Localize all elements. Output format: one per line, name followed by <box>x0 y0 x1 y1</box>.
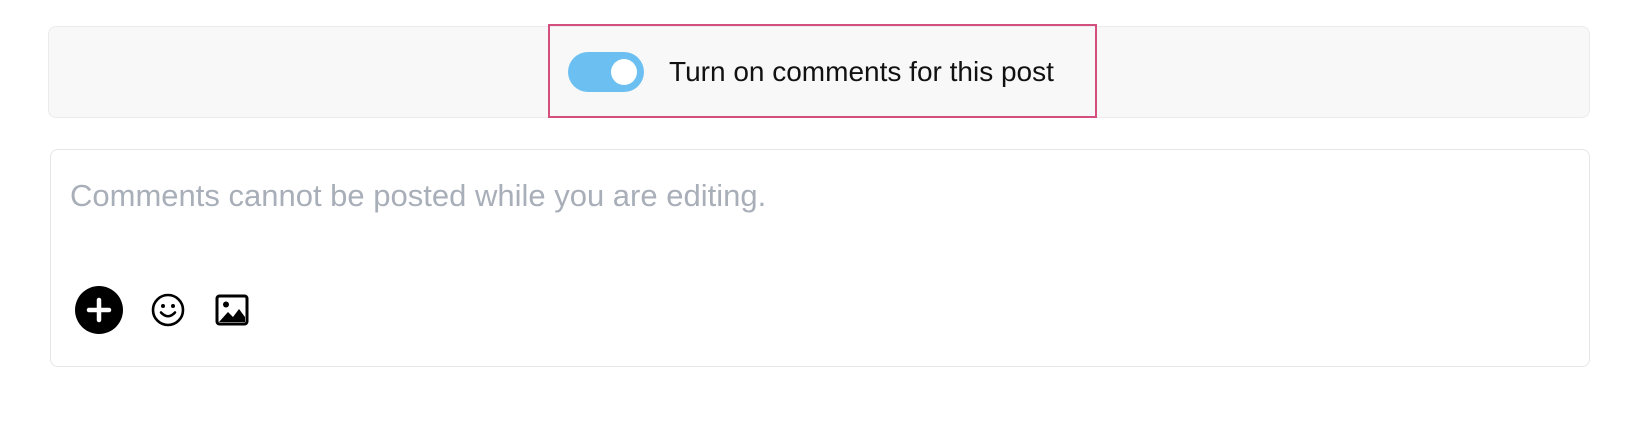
emoji-button[interactable] <box>150 292 186 328</box>
image-icon <box>215 294 249 326</box>
comments-toggle-label: Turn on comments for this post <box>669 56 1054 87</box>
insert-image-button[interactable] <box>214 292 250 328</box>
smiley-icon <box>151 293 185 327</box>
add-attachment-button[interactable] <box>75 286 123 334</box>
switch-knob <box>611 59 637 85</box>
comment-input[interactable] <box>70 176 1550 216</box>
comments-toggle-switch[interactable] <box>568 52 644 92</box>
plus-circle-icon <box>75 286 123 334</box>
